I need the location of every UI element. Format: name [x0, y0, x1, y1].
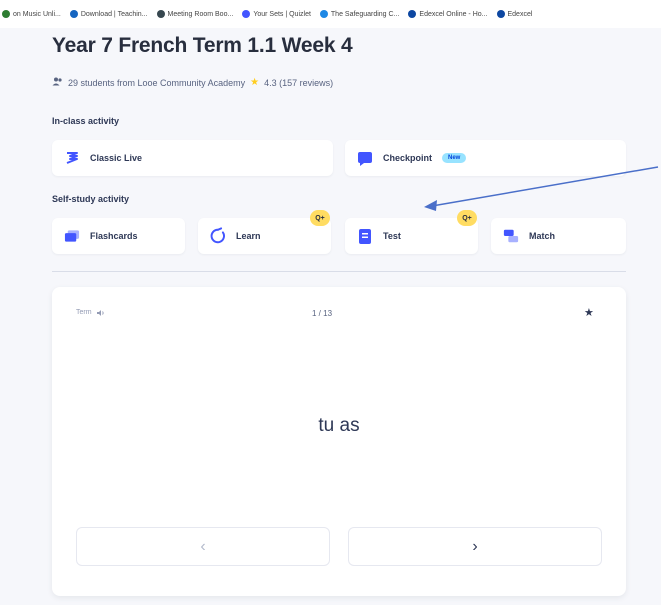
next-card-button[interactable]: ›: [348, 527, 602, 566]
divider: [52, 271, 626, 272]
card-counter: 1 / 13: [312, 309, 333, 318]
flashcard-term: tu as: [318, 415, 360, 436]
previous-card-button[interactable]: ‹: [76, 527, 330, 566]
star-icon[interactable]: ★: [584, 306, 594, 319]
flashcard-viewer[interactable]: Term 1 / 13 ★ tu as ‹ ›: [52, 287, 626, 596]
term-text: Term: [76, 309, 92, 316]
term-label: Term: [76, 309, 105, 319]
audio-icon[interactable]: [96, 309, 105, 319]
